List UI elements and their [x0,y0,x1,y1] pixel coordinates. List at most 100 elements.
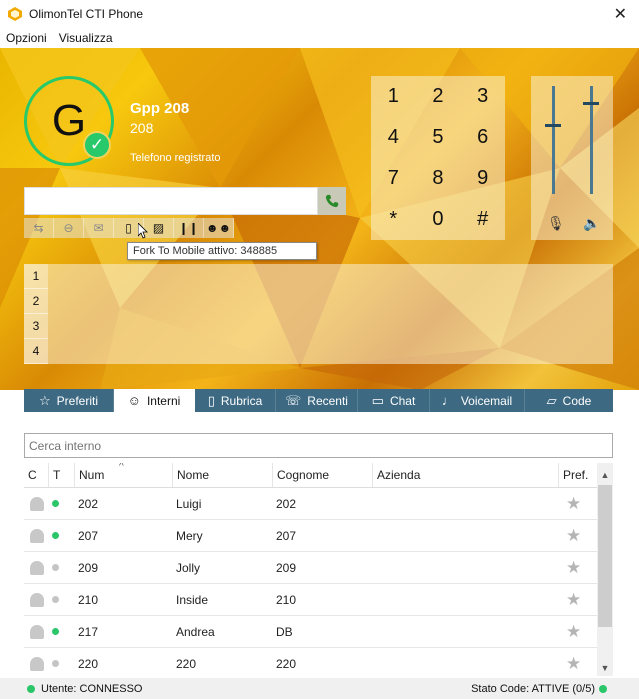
pref-cell: ★ [558,488,595,519]
tab-label: Voicemail [460,393,513,408]
favorite-star-icon[interactable]: ★ [566,590,581,610]
pause-icon[interactable]: ❙❙ [174,218,204,238]
search-input[interactable] [24,433,613,458]
title-bar: OlimonTel CTI Phone ✕ [0,0,639,28]
contact-cell [24,520,48,551]
key-3[interactable]: 3 [460,76,505,117]
line-4[interactable]: 4 [24,339,48,364]
column-header-t[interactable]: T [48,463,74,487]
user-name: Gpp 208 [130,100,190,117]
presence-dot-icon [52,532,59,539]
key-1[interactable]: 1 [371,76,416,117]
key-7[interactable]: 7 [371,158,416,199]
nome-cell: Andrea [176,624,215,639]
table-row[interactable]: 220 220 220 ★ [24,648,613,676]
nome-cell: Inside [176,592,209,607]
scroll-up-icon[interactable]: ▲ [597,467,613,483]
nome-cell: 220 [176,656,197,671]
column-header-azienda[interactable]: Azienda [372,463,558,487]
status-cell [48,552,74,583]
close-icon[interactable]: ✕ [614,4,627,24]
transfer-icon[interactable]: ⇆ [24,218,54,238]
microphone-icon[interactable]: 🎙 [547,215,565,232]
favorite-star-icon[interactable]: ★ [566,622,581,642]
dial-number-input[interactable] [24,187,318,215]
favorite-star-icon[interactable]: ★ [566,494,581,514]
num-cell: 207 [78,528,99,543]
key-6[interactable]: 6 [460,117,505,158]
key-8[interactable]: 8 [416,158,461,199]
column-header-pref[interactable]: Pref. [558,463,595,487]
key-4[interactable]: 4 [371,117,416,158]
status-cell [48,520,74,551]
speaker-slider-thumb[interactable] [583,102,599,106]
registered-check-icon: ✓ [83,131,111,159]
key-hash[interactable]: # [460,199,505,240]
table-scrollbar[interactable]: ▲ ▼ [597,463,613,676]
user-connection-status: Utente: CONNESSO [27,683,142,695]
key-2[interactable]: 2 [416,76,461,117]
favorite-star-icon[interactable]: ★ [566,526,581,546]
tab-bar: ☆ Preferiti ☺ Interni ▯ Rubrica ☏ Recent… [24,389,613,412]
column-header-label: Num [79,468,105,482]
pref-cell: ★ [558,552,595,583]
column-header-c[interactable]: C [24,463,48,487]
menu-opzioni[interactable]: Opzioni [0,31,53,45]
table-row[interactable]: 202 Luigi 202 ★ [24,488,613,520]
key-5[interactable]: 5 [416,117,461,158]
ghost-avatar-icon [30,656,44,671]
table-row[interactable]: 207 Mery 207 ★ [24,520,613,552]
presence-dot-icon [52,628,59,635]
user-status-text: Utente: CONNESSO [41,682,143,695]
tab-recenti[interactable]: ☏ Recenti [276,389,358,412]
scroll-thumb[interactable] [598,485,612,627]
table-row[interactable]: 210 Inside 210 ★ [24,584,613,616]
users-icon: ☺ [127,393,141,408]
line-2[interactable]: 2 [24,289,48,314]
column-header-num[interactable]: ^ Num [74,463,172,487]
speaker-icon[interactable]: 🔈 [583,215,600,232]
column-header-cognome[interactable]: Cognome [272,463,372,487]
line-3[interactable]: 3 [24,314,48,339]
tab-label: Recenti [307,393,348,408]
tooltip: Fork To Mobile attivo: 348885 [127,242,317,260]
phone-panel: G ✓ Gpp 208 208 Telefono registrato ⇆ ⊖ … [0,48,639,390]
image-icon[interactable]: ▨ [144,218,174,238]
line-1[interactable]: 1 [24,264,48,289]
pref-cell: ★ [558,584,595,615]
presence-dot-icon [52,660,59,667]
mic-slider-thumb[interactable] [545,123,561,127]
tab-chat[interactable]: ▭ Chat [358,389,430,412]
num-cell: 217 [78,624,99,639]
conference-icon[interactable]: ☻☻ [204,218,234,238]
tab-preferiti[interactable]: ☆ Preferiti [24,389,114,412]
menu-visualizza[interactable]: Visualizza [53,31,119,45]
tab-interni[interactable]: ☺ Interni [114,389,195,412]
key-star[interactable]: * [371,199,416,240]
favorite-star-icon[interactable]: ★ [566,558,581,578]
connection-status-dot [27,684,35,693]
key-0[interactable]: 0 [416,199,461,240]
azienda-cell [372,616,558,647]
tab-rubrica[interactable]: ▯ Rubrica [195,389,276,412]
dnd-icon[interactable]: ⊖ [54,218,84,238]
call-button[interactable] [318,187,346,215]
key-9[interactable]: 9 [460,158,505,199]
star-icon: ☆ [39,392,51,408]
cognome-cell: 207 [276,528,297,543]
scroll-down-icon[interactable]: ▼ [597,660,613,676]
ghost-avatar-icon [30,560,44,575]
mail-icon[interactable]: ✉ [84,218,114,238]
table-row[interactable]: 209 Jolly 209 ★ [24,552,613,584]
favorite-star-icon[interactable]: ★ [566,654,581,674]
column-header-nome[interactable]: Nome [172,463,272,487]
nome-cell: Jolly [176,560,201,575]
contact-cell [24,584,48,615]
mic-slider-track[interactable] [552,86,555,194]
recent-calls-icon: ☏ [285,392,302,408]
book-icon: ▯ [207,392,215,408]
tab-code[interactable]: ▱ Code [525,389,613,412]
tab-voicemail[interactable]: ♩ Voicemail [430,389,525,412]
cognome-cell: 220 [276,656,297,671]
table-row[interactable]: 217 Andrea DB ★ [24,616,613,648]
